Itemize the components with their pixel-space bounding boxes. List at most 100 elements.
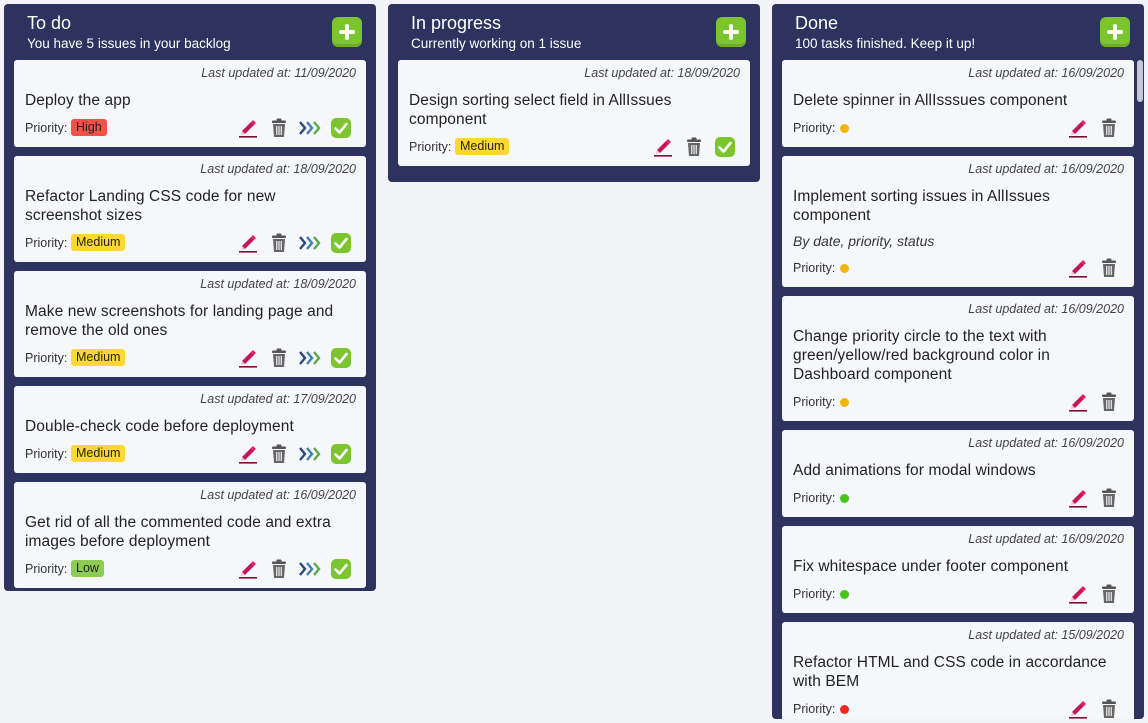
column-title: To do	[27, 13, 72, 33]
column-done: Done 100 tasks finished. Keep it up! Las…	[772, 4, 1144, 719]
issue-card[interactable]: Last updated at: 16/09/2020 Implement sor…	[782, 156, 1134, 287]
edit-icon[interactable]	[232, 117, 263, 139]
trash-icon[interactable]	[1093, 391, 1124, 413]
trash-icon[interactable]	[263, 443, 294, 465]
add-issue-button[interactable]	[1100, 17, 1130, 47]
priority-label: Priority:	[793, 587, 836, 601]
issue-card[interactable]: Last updated at: 18/09/2020 Design sortin…	[398, 60, 750, 166]
issue-title: Delete spinner in AllIsssues component	[793, 92, 1068, 109]
complete-check-icon[interactable]	[325, 347, 356, 369]
issue-title: Refactor Landing CSS code for new screen…	[25, 188, 276, 224]
complete-check-icon[interactable]	[325, 443, 356, 465]
trash-icon[interactable]	[263, 117, 294, 139]
priority-badge: Medium	[71, 349, 126, 366]
issue-card[interactable]: Last updated at: 16/09/2020 Delete spinne…	[782, 60, 1134, 147]
priority-dot	[840, 124, 849, 133]
edit-icon[interactable]	[1062, 487, 1093, 509]
issue-title: Design sorting select field in AllIssues…	[409, 92, 672, 128]
issue-card[interactable]: Last updated at: 11/09/2020 Deploy the ap…	[14, 60, 366, 147]
priority-label: Priority:	[25, 447, 68, 461]
edit-icon[interactable]	[232, 232, 263, 254]
edit-icon[interactable]	[232, 443, 263, 465]
scrollbar-thumb[interactable]	[1137, 60, 1143, 102]
edit-icon[interactable]	[1062, 391, 1093, 413]
last-updated: Last updated at: 16/09/2020	[968, 66, 1124, 80]
card-actions	[1062, 698, 1124, 719]
card-footer: Priority: Low	[25, 558, 356, 580]
card-actions	[1062, 487, 1124, 509]
card-list: Last updated at: 11/09/2020 Deploy the ap…	[14, 60, 366, 588]
card-footer: Priority: High	[25, 117, 356, 139]
issue-card[interactable]: Last updated at: 17/09/2020 Double-check …	[14, 386, 366, 473]
issue-title: Get rid of all the commented code and ex…	[25, 514, 331, 550]
priority-label: Priority:	[25, 236, 68, 250]
move-forward-icon[interactable]	[294, 443, 325, 465]
priority-dot	[840, 264, 849, 273]
add-issue-button[interactable]	[716, 17, 746, 47]
trash-icon[interactable]	[1093, 257, 1124, 279]
column-subtitle: You have 5 issues in your backlog	[27, 36, 231, 51]
card-actions	[232, 117, 356, 139]
issue-card[interactable]: Last updated at: 16/09/2020 Change priori…	[782, 296, 1134, 421]
priority-dot	[840, 494, 849, 503]
priority-label: Priority:	[25, 121, 68, 135]
edit-icon[interactable]	[232, 347, 263, 369]
last-updated: Last updated at: 16/09/2020	[200, 488, 356, 502]
issue-card[interactable]: Last updated at: 18/09/2020 Make new scre…	[14, 271, 366, 377]
issue-card[interactable]: Last updated at: 16/09/2020 Add animation…	[782, 430, 1134, 517]
column-title: In progress	[411, 13, 502, 33]
edit-icon[interactable]	[1062, 583, 1093, 605]
issue-title: Add animations for modal windows	[793, 462, 1036, 479]
card-actions	[1062, 391, 1124, 413]
trash-icon[interactable]	[263, 347, 294, 369]
move-forward-icon[interactable]	[294, 117, 325, 139]
move-forward-icon[interactable]	[294, 347, 325, 369]
complete-check-icon[interactable]	[325, 232, 356, 254]
column-in-progress: In progress Currently working on 1 issue…	[388, 4, 760, 182]
card-footer: Priority:	[793, 698, 1124, 719]
priority-label: Priority:	[793, 702, 836, 716]
issue-title: Fix whitespace under footer component	[793, 558, 1069, 575]
trash-icon[interactable]	[263, 558, 294, 580]
last-updated: Last updated at: 16/09/2020	[968, 436, 1124, 450]
priority-badge: Medium	[455, 138, 510, 155]
issue-card[interactable]: Last updated at: 18/09/2020 Refactor Land…	[14, 156, 366, 262]
card-actions	[1062, 257, 1124, 279]
edit-icon[interactable]	[1062, 698, 1093, 719]
card-footer: Priority: Medium	[409, 136, 740, 158]
card-list: Last updated at: 16/09/2020 Delete spinne…	[782, 60, 1134, 719]
last-updated: Last updated at: 18/09/2020	[200, 277, 356, 291]
card-footer: Priority:	[793, 391, 1124, 413]
card-footer: Priority: Medium	[25, 347, 356, 369]
edit-icon[interactable]	[1062, 257, 1093, 279]
trash-icon[interactable]	[1093, 117, 1124, 139]
complete-check-icon[interactable]	[709, 136, 740, 158]
edit-icon[interactable]	[1062, 117, 1093, 139]
priority-dot	[840, 590, 849, 599]
issue-card[interactable]: Last updated at: 16/09/2020 Fix whitespac…	[782, 526, 1134, 613]
move-forward-icon[interactable]	[294, 232, 325, 254]
issue-card[interactable]: Last updated at: 16/09/2020 Get rid of al…	[14, 482, 366, 588]
issue-card[interactable]: Last updated at: 15/09/2020 Refactor HTML…	[782, 622, 1134, 719]
add-issue-button[interactable]	[332, 17, 362, 47]
trash-icon[interactable]	[1093, 698, 1124, 719]
issue-title: Implement sorting issues in AllIssues co…	[793, 188, 1050, 224]
card-footer: Priority: Medium	[25, 232, 356, 254]
priority-label: Priority:	[25, 351, 68, 365]
complete-check-icon[interactable]	[325, 558, 356, 580]
issue-title: Double-check code before deployment	[25, 418, 294, 435]
card-actions	[1062, 583, 1124, 605]
trash-icon[interactable]	[678, 136, 709, 158]
card-actions	[232, 347, 356, 369]
trash-icon[interactable]	[1093, 583, 1124, 605]
trash-icon[interactable]	[263, 232, 294, 254]
last-updated: Last updated at: 11/09/2020	[201, 66, 356, 80]
move-forward-icon[interactable]	[294, 558, 325, 580]
issue-title: Deploy the app	[25, 92, 131, 109]
trash-icon[interactable]	[1093, 487, 1124, 509]
complete-check-icon[interactable]	[325, 117, 356, 139]
card-footer: Priority:	[793, 257, 1124, 279]
edit-icon[interactable]	[647, 136, 678, 158]
edit-icon[interactable]	[232, 558, 263, 580]
column-subtitle: Currently working on 1 issue	[411, 36, 582, 51]
